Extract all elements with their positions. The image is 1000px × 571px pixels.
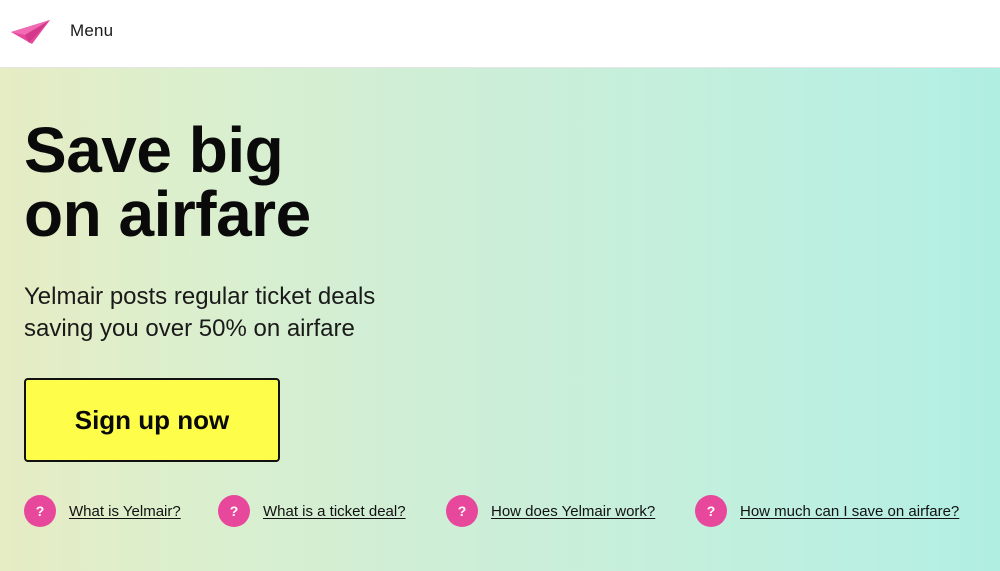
question-mark-icon: ? xyxy=(695,495,727,527)
top-navigation-bar: Menu xyxy=(0,0,1000,68)
faq-link-label[interactable]: What is a ticket deal? xyxy=(263,503,406,520)
faq-link-ticket-deal[interactable]: ? What is a ticket deal? xyxy=(218,494,406,528)
faq-links: ? What is Yelmair? ? What is a ticket de… xyxy=(0,494,1000,528)
question-mark-icon: ? xyxy=(24,495,56,527)
paper-plane-icon[interactable] xyxy=(10,18,52,46)
faq-link-label[interactable]: How much can I save on airfare? xyxy=(740,503,959,520)
hero-section: Save big on airfare Yelmair posts regula… xyxy=(0,68,1000,571)
faq-link-how-it-works[interactable]: ? How does Yelmair work? xyxy=(446,494,655,528)
subheading-line-1: Yelmair posts regular ticket deals xyxy=(24,283,376,310)
faq-link-label[interactable]: What is Yelmair? xyxy=(69,503,181,520)
headline-line-2: on airfare xyxy=(24,178,311,250)
question-mark-icon: ? xyxy=(218,495,250,527)
faq-link-label[interactable]: How does Yelmair work? xyxy=(491,503,655,520)
faq-link-how-much-save[interactable]: ? How much can I save on airfare? xyxy=(695,494,959,528)
question-mark-icon: ? xyxy=(446,495,478,527)
hero-subheading: Yelmair posts regular ticket deals savin… xyxy=(24,281,444,345)
subheading-line-2: saving you over 50% on airfare xyxy=(24,315,355,342)
sign-up-button[interactable]: Sign up now xyxy=(24,378,280,462)
faq-link-what-is-yelmair[interactable]: ? What is Yelmair? xyxy=(24,494,181,528)
page-headline: Save big on airfare xyxy=(24,118,311,246)
headline-line-1: Save big xyxy=(24,114,284,186)
menu-button[interactable]: Menu xyxy=(70,21,113,41)
